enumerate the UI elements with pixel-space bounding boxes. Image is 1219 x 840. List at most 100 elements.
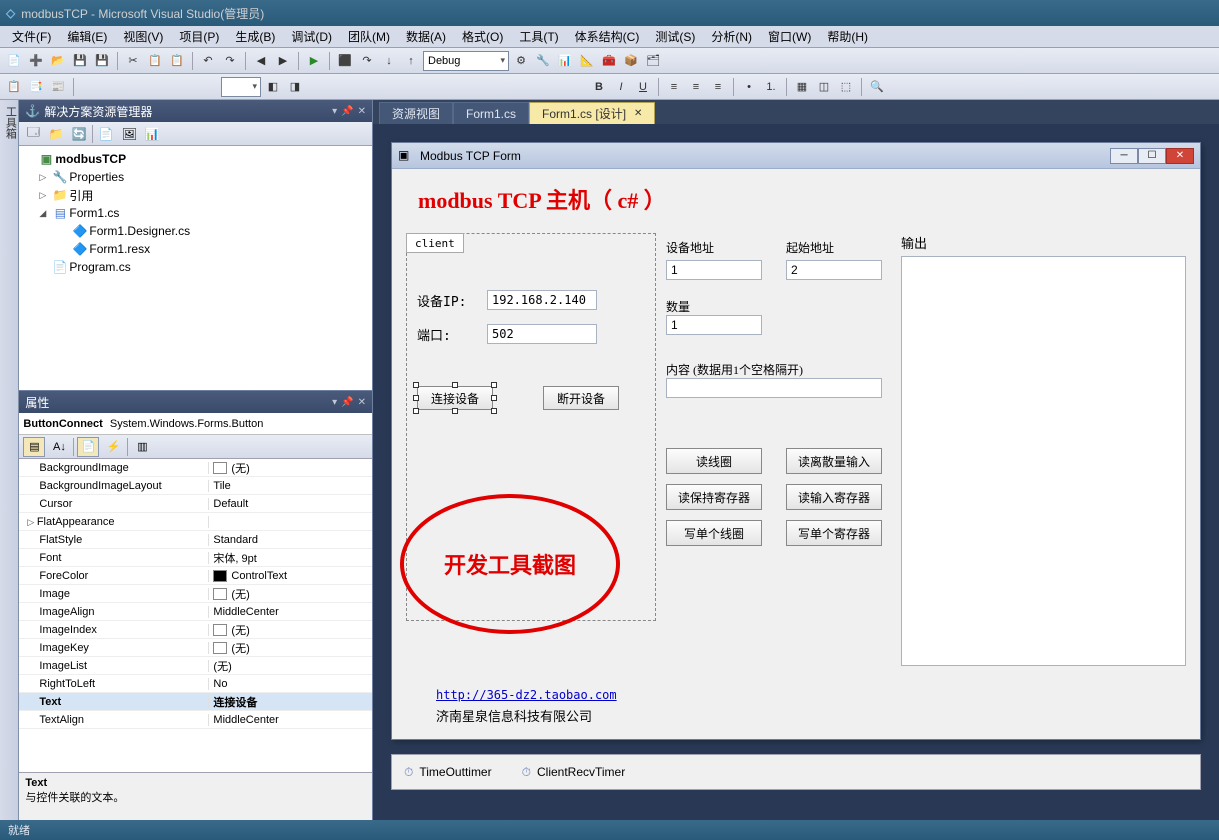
- close-icon[interactable]: ✕: [358, 106, 366, 117]
- save-icon[interactable]: 💾: [70, 51, 90, 71]
- pin-icon[interactable]: 📌: [341, 397, 353, 408]
- tb-misc3-icon[interactable]: 📊: [555, 51, 575, 71]
- refresh-icon[interactable]: 🔄: [69, 124, 89, 144]
- prop-row-forecolor[interactable]: ForeColorControlText: [19, 567, 372, 585]
- tb2-d-icon[interactable]: ◧: [263, 77, 283, 97]
- undo-icon[interactable]: ↶: [198, 51, 218, 71]
- output-textbox[interactable]: [901, 256, 1186, 666]
- start-debug-icon[interactable]: ▶: [304, 51, 324, 71]
- form1-designer-node[interactable]: 🔷Form1.Designer.cs: [21, 222, 370, 240]
- add-item-icon[interactable]: ➕: [26, 51, 46, 71]
- bold-icon[interactable]: B: [589, 77, 609, 97]
- prop-pages-icon[interactable]: ▥: [131, 437, 153, 457]
- footer-link[interactable]: http://365-dz2.taobao.com: [436, 688, 617, 702]
- tb-misc2-icon[interactable]: 🔧: [533, 51, 553, 71]
- devaddr-input[interactable]: [666, 260, 762, 280]
- menu-data[interactable]: 数据(A): [398, 26, 454, 47]
- save-all-icon[interactable]: 💾: [92, 51, 112, 71]
- project-node[interactable]: ▣modbusTCP: [21, 150, 370, 168]
- prop-row-imagekey[interactable]: ImageKey(无): [19, 639, 372, 657]
- props-page-icon[interactable]: 📄: [77, 437, 99, 457]
- events-icon[interactable]: ⚡: [102, 437, 124, 457]
- view-designer-icon[interactable]: 🖼: [119, 124, 139, 144]
- dropdown-icon[interactable]: ▾: [332, 397, 337, 408]
- timer1-component[interactable]: ⏱TimeOuttimer: [404, 765, 492, 780]
- read-input-button[interactable]: 读输入寄存器: [786, 484, 882, 510]
- minimize-icon[interactable]: ─: [1110, 148, 1138, 164]
- design-surface[interactable]: ▣Modbus TCP Form ─ ☐ ✕ modbus TCP 主机（ c#…: [373, 124, 1219, 820]
- form1-node[interactable]: ◢▤Form1.cs: [21, 204, 370, 222]
- align-left-icon[interactable]: ≡: [664, 77, 684, 97]
- config-combo[interactable]: Debug: [423, 51, 509, 71]
- client-tab[interactable]: client: [406, 233, 464, 253]
- pin-icon[interactable]: 📌: [341, 106, 353, 117]
- read-coils-button[interactable]: 读线圈: [666, 448, 762, 474]
- properties-node[interactable]: ▷🔧Properties: [21, 168, 370, 186]
- connect-button-selected[interactable]: 连接设备: [417, 386, 493, 410]
- menu-format[interactable]: 格式(O): [454, 26, 511, 47]
- menu-test[interactable]: 测试(S): [647, 26, 703, 47]
- tb2-e-icon[interactable]: ◨: [285, 77, 305, 97]
- client-groupbox[interactable]: client 设备IP: 端口: 连接设备 断开设备: [406, 233, 656, 621]
- cut-icon[interactable]: ✂: [123, 51, 143, 71]
- menu-edit[interactable]: 编辑(E): [59, 26, 115, 47]
- properties-icon[interactable]: 🗔: [23, 124, 43, 144]
- read-discrete-button[interactable]: 读离散量输入: [786, 448, 882, 474]
- tb2-combo[interactable]: [221, 77, 261, 97]
- prop-row-imageindex[interactable]: ImageIndex(无): [19, 621, 372, 639]
- align-right-icon[interactable]: ≡: [708, 77, 728, 97]
- prop-row-backgroundimage[interactable]: BackgroundImage(无): [19, 459, 372, 477]
- menu-build[interactable]: 生成(B): [227, 26, 283, 47]
- ip-input[interactable]: [487, 290, 597, 310]
- layout-grid-icon[interactable]: ▦: [792, 77, 812, 97]
- menu-help[interactable]: 帮助(H): [819, 26, 876, 47]
- menu-arch[interactable]: 体系结构(C): [567, 26, 648, 47]
- new-project-icon[interactable]: 📄: [4, 51, 24, 71]
- startaddr-input[interactable]: [786, 260, 882, 280]
- paste-icon[interactable]: 📋: [167, 51, 187, 71]
- prop-row-imagelist[interactable]: ImageList(无): [19, 657, 372, 675]
- nav-fwd-icon[interactable]: ▶: [273, 51, 293, 71]
- disconnect-button[interactable]: 断开设备: [543, 386, 619, 410]
- winform[interactable]: ▣Modbus TCP Form ─ ☐ ✕ modbus TCP 主机（ c#…: [391, 142, 1201, 740]
- menu-debug[interactable]: 调试(D): [283, 26, 340, 47]
- tb-misc5-icon[interactable]: 🧰: [599, 51, 619, 71]
- tab-resource-view[interactable]: 资源视图: [379, 102, 453, 124]
- menu-tools[interactable]: 工具(T): [511, 26, 566, 47]
- prop-row-flatappearance[interactable]: ▷ FlatAppearance: [19, 513, 372, 531]
- qty-input[interactable]: [666, 315, 762, 335]
- tb2-a-icon[interactable]: 📋: [4, 77, 24, 97]
- maximize-icon[interactable]: ☐: [1138, 148, 1166, 164]
- menu-file[interactable]: 文件(F): [4, 26, 59, 47]
- alpha-sort-icon[interactable]: A↓: [48, 437, 70, 457]
- menu-view[interactable]: 视图(V): [115, 26, 171, 47]
- view-diagram-icon[interactable]: 📊: [142, 124, 162, 144]
- tab-close-icon[interactable]: ✕: [634, 108, 642, 119]
- italic-icon[interactable]: I: [611, 77, 631, 97]
- prop-row-textalign[interactable]: TextAlignMiddleCenter: [19, 711, 372, 729]
- toolbox-dock[interactable]: 工具箱: [0, 100, 19, 820]
- step-out-icon[interactable]: ↑: [401, 51, 421, 71]
- program-node[interactable]: 📄Program.cs: [21, 258, 370, 276]
- redo-icon[interactable]: ↷: [220, 51, 240, 71]
- write-coil-button[interactable]: 写单个线圈: [666, 520, 762, 546]
- show-all-icon[interactable]: 📁: [46, 124, 66, 144]
- content-input[interactable]: [666, 378, 882, 398]
- tb2-b-icon[interactable]: 📑: [26, 77, 46, 97]
- tb2-c-icon[interactable]: 📰: [48, 77, 68, 97]
- prop-row-font[interactable]: Font宋体, 9pt: [19, 549, 372, 567]
- tab-form1-cs[interactable]: Form1.cs: [453, 102, 529, 124]
- layout-b-icon[interactable]: ⬚: [836, 77, 856, 97]
- list-bullets-icon[interactable]: •: [739, 77, 759, 97]
- menu-window[interactable]: 窗口(W): [760, 26, 819, 47]
- write-reg-button[interactable]: 写单个寄存器: [786, 520, 882, 546]
- list-num-icon[interactable]: 1.: [761, 77, 781, 97]
- prop-row-image[interactable]: Image(无): [19, 585, 372, 603]
- copy-icon[interactable]: 📋: [145, 51, 165, 71]
- tb-misc4-icon[interactable]: 📐: [577, 51, 597, 71]
- breakpoint-icon[interactable]: ⬛: [335, 51, 355, 71]
- open-icon[interactable]: 📂: [48, 51, 68, 71]
- prop-row-righttoleft[interactable]: RightToLeftNo: [19, 675, 372, 693]
- align-center-icon[interactable]: ≡: [686, 77, 706, 97]
- tb-misc1-icon[interactable]: ⚙: [511, 51, 531, 71]
